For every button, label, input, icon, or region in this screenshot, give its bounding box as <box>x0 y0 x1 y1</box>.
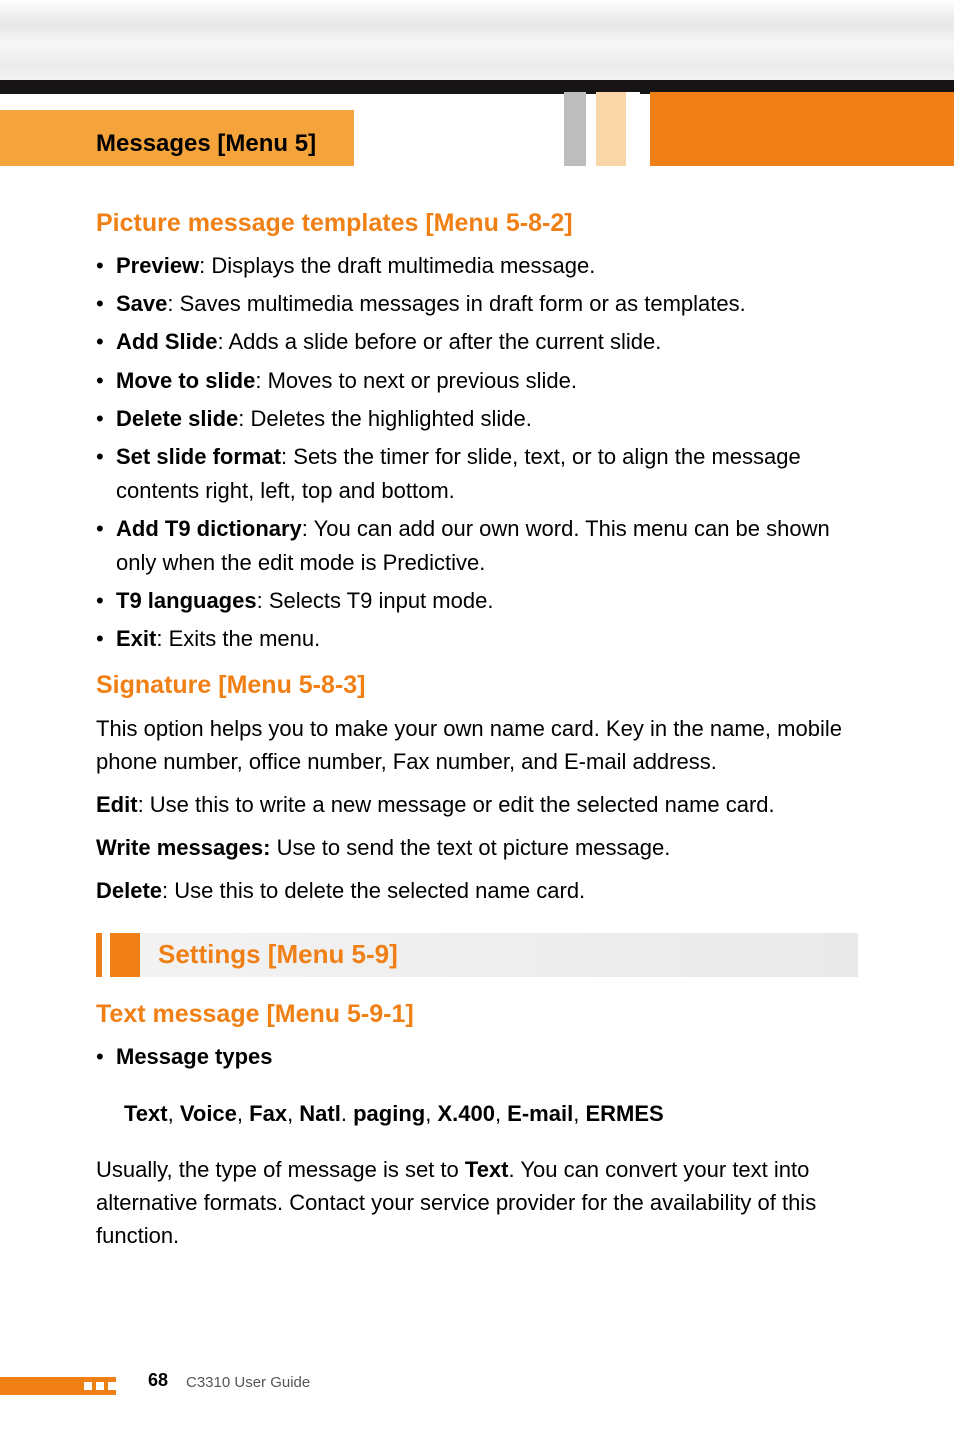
header-orange-bar <box>650 92 954 166</box>
list-term: Preview <box>116 253 199 278</box>
tab-notch <box>354 144 376 166</box>
page-number: 68 <box>148 1370 168 1391</box>
list-desc: : Displays the draft multimedia message. <box>199 253 595 278</box>
signature-edit-desc: : Use this to write a new message or edi… <box>138 792 775 817</box>
list-term: Exit <box>116 626 156 651</box>
list-desc: : Saves multimedia messages in draft for… <box>167 291 745 316</box>
section-heading-signature: Signature [Menu 5-8-3] <box>96 670 858 701</box>
list-term: T9 languages <box>116 588 257 613</box>
header-tick-grey <box>564 92 586 166</box>
page-title-tab: Messages [Menu 5] <box>0 110 354 166</box>
list-item: Message types <box>96 1040 858 1074</box>
signature-delete: Delete: Use this to delete the selected … <box>96 874 858 907</box>
list-item: Add Slide: Adds a slide before or after … <box>96 325 858 359</box>
list-term: Add T9 dictionary <box>116 516 302 541</box>
list-desc: : Selects T9 input mode. <box>257 588 494 613</box>
list-item: T9 languages: Selects T9 input mode. <box>96 584 858 618</box>
section-band-marker <box>110 933 140 977</box>
list-desc: : Adds a slide before or after the curre… <box>217 329 661 354</box>
document-page: Messages [Menu 5] Picture message templa… <box>0 0 954 1433</box>
list-term: Move to slide <box>116 368 255 393</box>
section-band-marker <box>96 933 102 977</box>
signature-delete-term: Delete <box>96 878 162 903</box>
list-item: Delete slide: Deletes the highlighted sl… <box>96 402 858 436</box>
list-desc: : Moves to next or previous slide. <box>255 368 577 393</box>
section-heading-settings: Settings [Menu 5-9] <box>158 939 398 970</box>
list-term: Save <box>116 291 167 316</box>
signature-write-desc: Use to send the text ot picture message. <box>270 835 670 860</box>
signature-write: Write messages: Use to send the text ot … <box>96 831 858 864</box>
footer-bar-icon <box>0 1377 116 1395</box>
section-heading-text-message: Text message [Menu 5-9-1] <box>96 999 858 1030</box>
page-title: Messages [Menu 5] <box>96 130 316 158</box>
list-item: Move to slide: Moves to next or previous… <box>96 364 858 398</box>
message-types-values: Text, Voice, Fax, Natl. paging, X.400, E… <box>124 1096 858 1131</box>
list-item: Exit: Exits the menu. <box>96 622 858 656</box>
text-message-body: Usually, the type of message is set to T… <box>96 1153 858 1252</box>
list-item: Add T9 dictionary: You can add our own w… <box>96 512 858 580</box>
text-body-bold: Text <box>465 1157 509 1182</box>
content-area: Picture message templates [Menu 5-8-2] P… <box>96 194 858 1262</box>
signature-intro: This option helps you to make your own n… <box>96 712 858 778</box>
list-desc: : Exits the menu. <box>156 626 320 651</box>
signature-edit: Edit: Use this to write a new message or… <box>96 788 858 821</box>
section-band-settings: Settings [Menu 5-9] <box>96 933 858 977</box>
signature-edit-term: Edit <box>96 792 138 817</box>
header-tick-pale-orange <box>596 92 626 166</box>
list-item: Save: Saves multimedia messages in draft… <box>96 287 858 321</box>
picture-templates-list: Preview: Displays the draft multimedia m… <box>96 249 858 656</box>
list-item: Preview: Displays the draft multimedia m… <box>96 249 858 283</box>
header-tick-gap <box>626 92 640 166</box>
list-item: Set slide format: Sets the timer for sli… <box>96 440 858 508</box>
signature-delete-desc: : Use this to delete the selected name c… <box>162 878 585 903</box>
list-term: Set slide format <box>116 444 281 469</box>
section-heading-picture-templates: Picture message templates [Menu 5-8-2] <box>96 208 858 239</box>
guide-label: C3310 User Guide <box>186 1374 310 1391</box>
list-term: Delete slide <box>116 406 238 431</box>
text-message-list: Message types <box>96 1040 858 1074</box>
signature-write-term: Write messages: <box>96 835 270 860</box>
list-term: Add Slide <box>116 329 217 354</box>
text-body-pre: Usually, the type of message is set to <box>96 1157 465 1182</box>
list-desc: : Deletes the highlighted slide. <box>238 406 532 431</box>
list-term: Message types <box>116 1044 273 1069</box>
